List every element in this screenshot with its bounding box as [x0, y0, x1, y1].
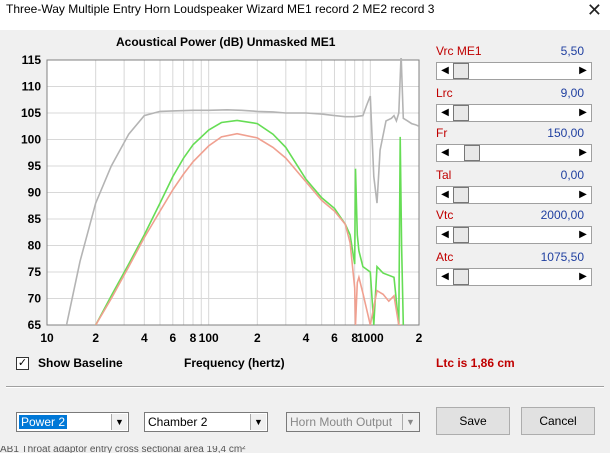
title-bar: Three-Way Multiple Entry Horn Loudspeake… [0, 0, 610, 30]
separator [6, 386, 604, 388]
show-baseline-label: Show Baseline [38, 356, 123, 370]
param-value: 0,00 [560, 168, 584, 182]
x-tick-label: 2 [92, 331, 99, 345]
window-title: Three-Way Multiple Entry Horn Loudspeake… [6, 2, 435, 16]
y-tick-label: 115 [22, 53, 42, 67]
scroll-left-icon[interactable]: ◀ [438, 64, 452, 78]
x-tick-label: 100 [199, 331, 219, 345]
chevron-down-icon: ▼ [402, 414, 418, 430]
close-icon[interactable]: ✕ [587, 0, 602, 21]
y-tick-label: 100 [21, 133, 41, 147]
chart: 6570758085909510010511011510 2 4 6 8 100 2 4 6 81… [21, 53, 423, 345]
scroll-left-icon[interactable]: ◀ [438, 106, 452, 120]
param-slider[interactable]: ◀ ▶ [436, 268, 592, 286]
slider-thumb[interactable] [453, 227, 469, 243]
cancel-button[interactable]: Cancel [521, 407, 595, 435]
scroll-left-icon[interactable]: ◀ [438, 146, 452, 160]
y-tick-label: 80 [28, 239, 42, 253]
param-label: Tal [436, 168, 452, 182]
scroll-right-icon[interactable]: ▶ [576, 270, 590, 284]
scroll-left-icon[interactable]: ◀ [438, 270, 452, 284]
param-value: 9,00 [560, 86, 584, 100]
show-baseline-checkbox[interactable]: ✓ [16, 357, 29, 370]
save-button[interactable]: Save [436, 407, 510, 435]
slider-thumb[interactable] [463, 145, 480, 161]
scroll-left-icon[interactable]: ◀ [438, 188, 452, 202]
power-select-value: Power 2 [19, 415, 68, 429]
y-tick-label: 70 [28, 292, 42, 306]
scroll-right-icon[interactable]: ▶ [576, 228, 590, 242]
x-tick-label: 4 [141, 331, 148, 345]
param-value: 5,50 [560, 44, 584, 58]
param-slider[interactable]: ◀ ▶ [436, 104, 592, 122]
scroll-left-icon[interactable]: ◀ [438, 228, 452, 242]
y-tick-label: 75 [28, 265, 42, 279]
param-slider[interactable]: ◀ ▶ [436, 186, 592, 204]
param-label: Fr [436, 126, 448, 140]
x-tick-label: 8 [190, 331, 197, 345]
chamber-select[interactable]: Chamber 2 ▼ [144, 412, 268, 432]
param-label: Vrc ME1 [436, 44, 482, 58]
horn-output-select: Horn Mouth Output ▼ [286, 412, 420, 432]
param-slider[interactable]: ◀ ▶ [436, 226, 592, 244]
footer-text: AB1 Throat adaptor entry cross sectional… [0, 446, 246, 453]
chamber-select-value: Chamber 2 [148, 415, 208, 429]
x-tick-label: 10 [40, 331, 54, 345]
y-tick-label: 110 [22, 80, 42, 94]
scroll-right-icon[interactable]: ▶ [576, 106, 590, 120]
chevron-down-icon[interactable]: ▼ [250, 414, 266, 430]
y-tick-label: 95 [28, 159, 42, 173]
slider-thumb[interactable] [453, 105, 469, 121]
param-label: Atc [436, 250, 454, 264]
power-select[interactable]: Power 2 ▼ [16, 412, 129, 432]
scroll-right-icon[interactable]: ▶ [576, 146, 590, 160]
x-tick-label: 4 [303, 331, 310, 345]
x-tick-label: 1000 [357, 331, 384, 345]
x-tick-label: 6 [331, 331, 338, 345]
x-tick-label: 2 [254, 331, 261, 345]
param-value: 1075,50 [540, 250, 584, 264]
param-label: Lrc [436, 86, 453, 100]
scroll-right-icon[interactable]: ▶ [576, 188, 590, 202]
status-text: Ltc is 1,86 cm [436, 356, 515, 370]
horn-output-select-value: Horn Mouth Output [290, 415, 393, 429]
y-tick-label: 90 [28, 186, 42, 200]
slider-thumb[interactable] [453, 187, 469, 203]
x-tick-label: 6 [169, 331, 176, 345]
y-tick-label: 65 [28, 318, 42, 332]
param-slider[interactable]: ◀ ▶ [436, 62, 592, 80]
param-value: 2000,00 [540, 208, 584, 222]
param-value: 150,00 [547, 126, 584, 140]
x-tick-label: 2 [416, 331, 423, 345]
chevron-down-icon[interactable]: ▼ [111, 414, 127, 430]
x-axis-label: Frequency (hertz) [184, 356, 285, 370]
slider-thumb[interactable] [453, 269, 469, 285]
chart-title: Acoustical Power (dB) Unmasked ME1 [116, 35, 336, 49]
slider-thumb[interactable] [453, 63, 469, 79]
scroll-right-icon[interactable]: ▶ [576, 64, 590, 78]
y-tick-label: 85 [28, 212, 42, 226]
y-tick-label: 105 [21, 106, 41, 120]
param-slider[interactable]: ◀ ▶ [436, 144, 592, 162]
param-label: Vtc [436, 208, 454, 222]
